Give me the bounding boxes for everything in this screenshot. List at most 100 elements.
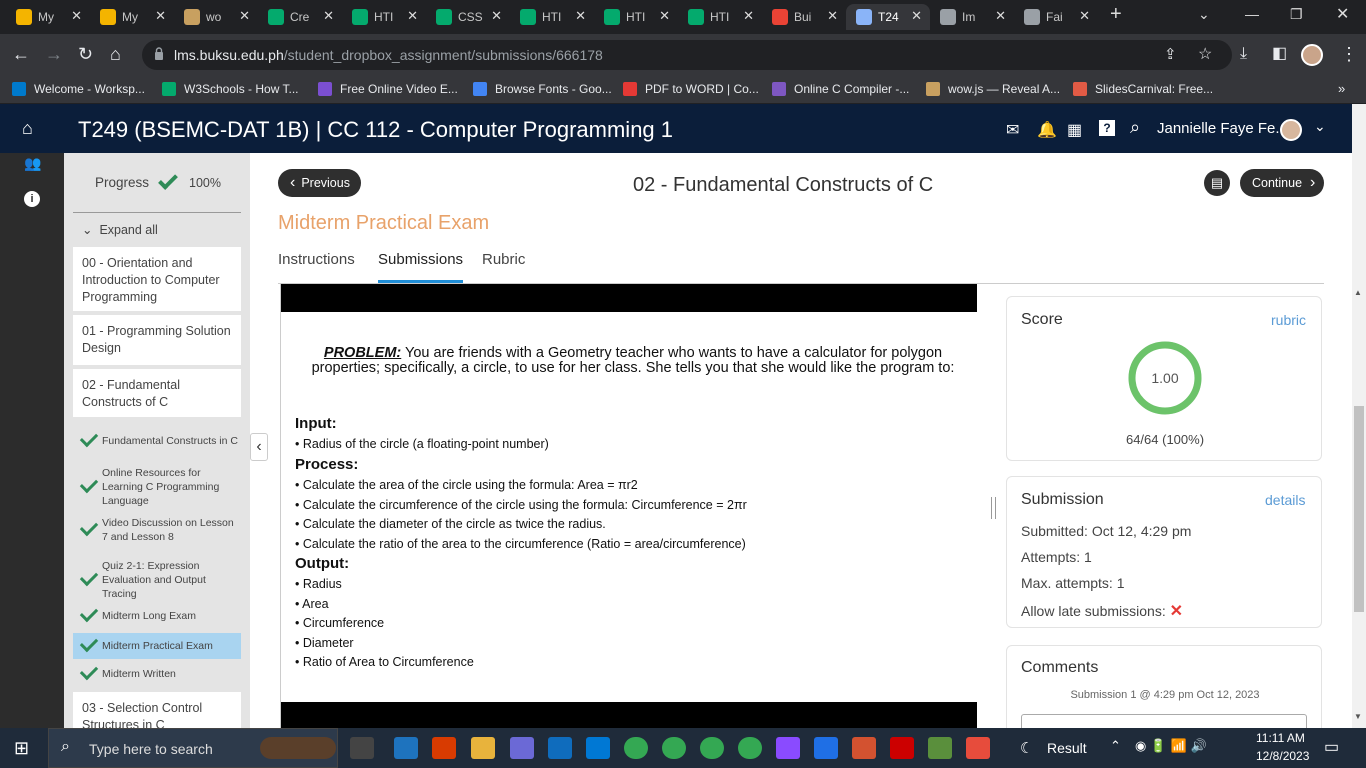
menu-icon[interactable]: ⋮	[1340, 44, 1358, 64]
details-link[interactable]: details	[1265, 492, 1305, 508]
clock-date[interactable]: 12/8/2023	[1256, 749, 1309, 763]
taskbar-app-icon[interactable]	[260, 737, 336, 759]
close-tab-icon[interactable]: ✕	[995, 8, 1006, 24]
bookmark-item[interactable]: W3Schools - How T...	[162, 82, 298, 96]
browser-tab[interactable]: HTI ✕	[594, 4, 678, 30]
rubric-link[interactable]: rubric	[1271, 312, 1306, 328]
bookmark-item[interactable]: Welcome - Worksp...	[12, 82, 145, 96]
close-tab-icon[interactable]: ✕	[491, 8, 502, 24]
document-icon[interactable]: ▤	[1204, 170, 1230, 196]
close-tab-icon[interactable]: ✕	[1079, 8, 1090, 24]
new-tab-icon[interactable]: +	[1110, 3, 1122, 26]
taskbar-app-icon[interactable]	[890, 737, 914, 759]
sidebar-icon[interactable]: ◧	[1272, 44, 1287, 64]
user-avatar[interactable]	[1280, 119, 1302, 141]
scroll-down-icon[interactable]: ▼	[1354, 712, 1362, 721]
close-tab-icon[interactable]: ✕	[659, 8, 670, 24]
taskbar-app-icon[interactable]	[624, 737, 648, 759]
close-tab-icon[interactable]: ✕	[155, 8, 166, 24]
bookmark-star-icon[interactable]: ☆	[1198, 44, 1212, 64]
page-scrollbar[interactable]: ▲ ▼	[1352, 104, 1366, 728]
grid-apps-icon[interactable]: ▦	[1067, 120, 1082, 140]
unit-card-03[interactable]: 03 - Selection Control Structures in C	[73, 692, 241, 728]
nav-item[interactable]: Online Resources for Learning C Programm…	[73, 465, 241, 509]
taskbar-app-icon[interactable]	[394, 737, 418, 759]
widget-result[interactable]: Result	[1047, 740, 1087, 756]
close-tab-icon[interactable]: ✕	[911, 8, 922, 24]
close-tab-icon[interactable]: ✕	[239, 8, 250, 24]
back-icon[interactable]: ←	[12, 44, 30, 64]
taskbar-app-icon[interactable]	[432, 737, 456, 759]
close-tab-icon[interactable]: ✕	[743, 8, 754, 24]
browser-tab[interactable]: wo ✕	[174, 4, 258, 30]
home-icon[interactable]: ⌂	[110, 44, 121, 64]
tab-instructions[interactable]: Instructions	[278, 251, 355, 268]
browser-tab[interactable]: Cre ✕	[258, 4, 342, 30]
search-icon[interactable]: ⌕	[1130, 117, 1140, 138]
close-window-icon[interactable]: ✕	[1336, 4, 1349, 24]
nav-item[interactable]: Midterm Long Exam	[73, 603, 241, 627]
unit-card-00[interactable]: 00 - Orientation and Introduction to Com…	[73, 247, 241, 311]
browser-tab[interactable]: HTI ✕	[342, 4, 426, 30]
previous-button[interactable]: ‹ Previous	[278, 169, 361, 197]
browser-tab[interactable]: HTI ✕	[678, 4, 762, 30]
more-bookmarks-icon[interactable]: »	[1338, 81, 1345, 96]
taskbar-app-icon[interactable]	[350, 737, 374, 759]
scrollbar-thumb[interactable]	[1354, 406, 1364, 612]
system-tray-icons[interactable]: ◉🔋📶🔊	[1135, 738, 1211, 754]
taskbar-app-icon[interactable]	[471, 737, 495, 759]
browser-tab[interactable]: CSS ✕	[426, 4, 510, 30]
bookmark-item[interactable]: Online C Compiler -...	[772, 82, 909, 96]
weather-icon[interactable]: ☾	[1020, 739, 1033, 757]
address-bar[interactable]: lms.buksu.edu.ph/student_dropbox_assignm…	[142, 40, 1232, 70]
windows-start-icon[interactable]: ⊞	[14, 738, 29, 759]
browser-tab[interactable]: HTI ✕	[510, 4, 594, 30]
chevron-down-icon[interactable]: ⌄	[1314, 118, 1326, 135]
browser-tab[interactable]: Bui ✕	[762, 4, 846, 30]
taskbar-app-icon[interactable]	[586, 737, 610, 759]
taskbar-app-icon[interactable]	[776, 737, 800, 759]
profile-avatar[interactable]	[1301, 44, 1323, 66]
close-tab-icon[interactable]: ✕	[71, 8, 82, 24]
tab-search-icon[interactable]: ⌄	[1198, 6, 1210, 23]
nav-item[interactable]: Video Discussion on Lesson 7 and Lesson …	[73, 515, 241, 545]
forward-icon[interactable]: →	[45, 44, 63, 64]
close-tab-icon[interactable]: ✕	[827, 8, 838, 24]
bookmark-item[interactable]: wow.js — Reveal A...	[926, 82, 1060, 96]
taskbar-app-icon[interactable]	[814, 737, 838, 759]
browser-tab[interactable]: Fai ✕	[1014, 4, 1098, 30]
close-tab-icon[interactable]: ✕	[575, 8, 586, 24]
browser-tab[interactable]: Im ✕	[930, 4, 1014, 30]
share-icon[interactable]: ⇪	[1164, 45, 1177, 63]
nav-item[interactable]: Midterm Written	[73, 661, 241, 685]
bookmark-item[interactable]: Free Online Video E...	[318, 82, 458, 96]
nav-item[interactable]: Quiz 2-1: Expression Evaluation and Outp…	[73, 558, 241, 602]
browser-tab[interactable]: T24 ✕	[846, 4, 930, 30]
download-icon[interactable]: ⤓	[1240, 44, 1247, 64]
taskbar-app-icon[interactable]	[510, 737, 534, 759]
help-icon[interactable]: ?	[1099, 120, 1115, 136]
users-icon[interactable]: 👥	[24, 155, 41, 172]
notification-center-icon[interactable]: ▭	[1324, 737, 1339, 757]
user-name[interactable]: Jannielle Faye Fe...	[1157, 120, 1288, 137]
taskbar-app-icon[interactable]	[966, 737, 990, 759]
bookmark-item[interactable]: Browse Fonts - Goo...	[473, 82, 612, 96]
browser-tab[interactable]: My ✕	[6, 4, 90, 30]
resize-handle[interactable]	[991, 497, 996, 519]
mail-icon[interactable]: ✉	[1006, 120, 1019, 140]
nav-item[interactable]: Fundamental Constructs in C	[73, 425, 241, 457]
taskbar-app-icon[interactable]	[852, 737, 876, 759]
home-icon[interactable]: ⌂	[22, 118, 33, 139]
tray-chevron-icon[interactable]: ⌃	[1110, 738, 1121, 754]
course-title[interactable]: T249 (BSEMC-DAT 1B) | CC 112 - Computer …	[78, 117, 673, 143]
comment-input[interactable]	[1021, 714, 1307, 728]
clock-time[interactable]: 11:11 AM	[1256, 731, 1305, 745]
tab-rubric[interactable]: Rubric	[482, 251, 525, 268]
tab-submissions[interactable]: Submissions	[378, 251, 463, 268]
taskbar-app-icon[interactable]	[548, 737, 572, 759]
minimize-icon[interactable]: —	[1245, 6, 1259, 22]
close-tab-icon[interactable]: ✕	[323, 8, 334, 24]
taskbar-app-icon[interactable]	[700, 737, 724, 759]
nav-item[interactable]: Midterm Practical Exam	[73, 633, 241, 659]
unit-card-01[interactable]: 01 - Programming Solution Design	[73, 315, 241, 365]
